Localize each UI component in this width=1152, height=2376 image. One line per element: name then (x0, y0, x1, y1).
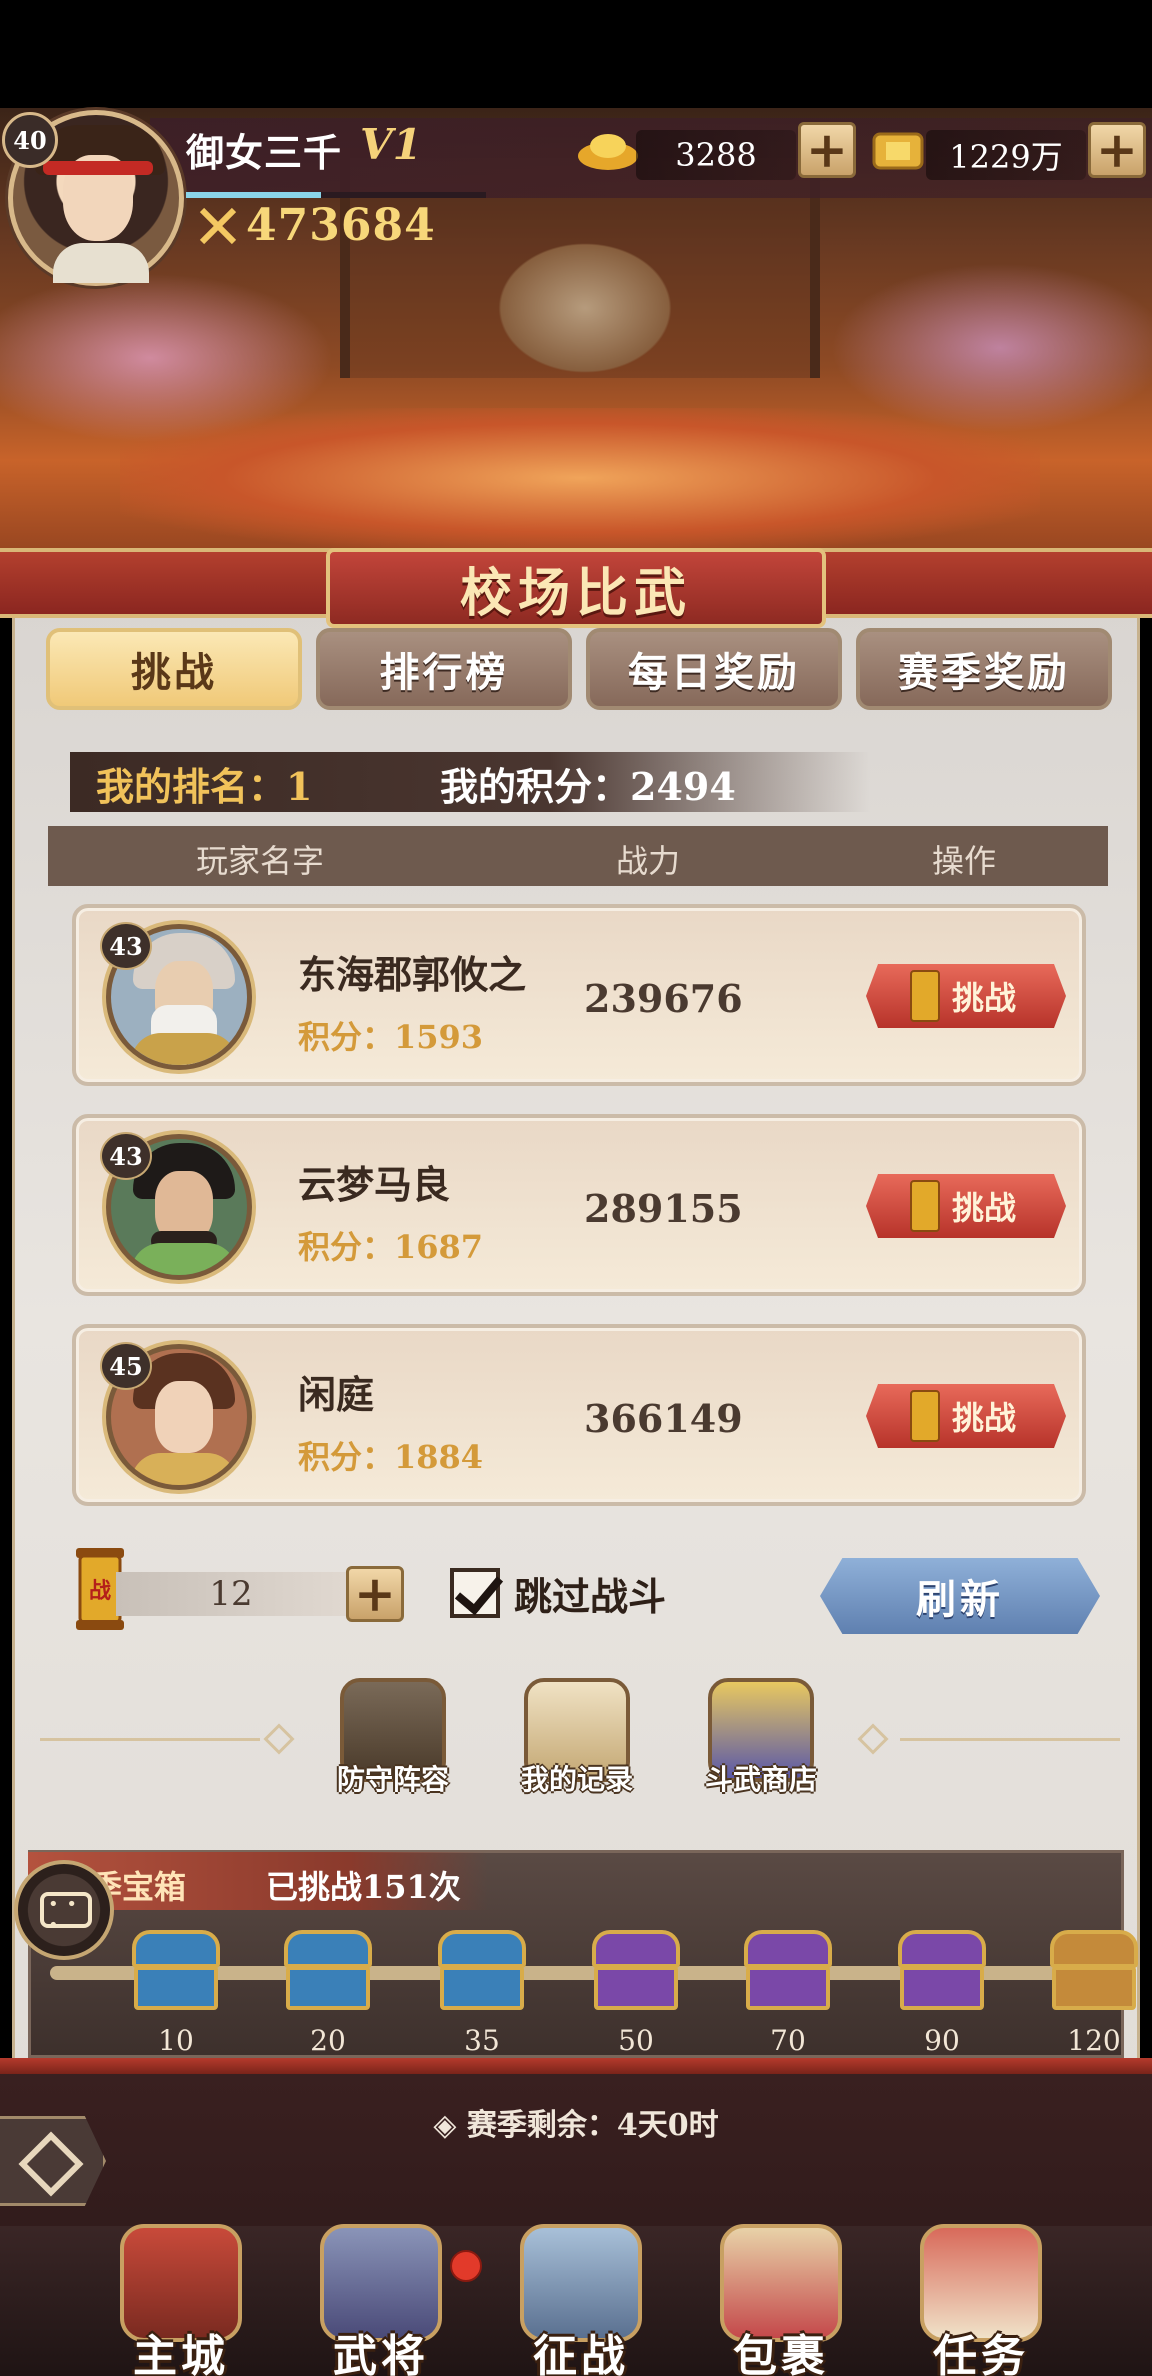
battle-token-icon (910, 1390, 940, 1442)
coin-stack-icon (872, 132, 924, 170)
season-chest-70[interactable] (740, 1924, 836, 2014)
opponent-row: 43 东海郡郭攸之 积分：1593 239676 挑战 (72, 904, 1086, 1086)
challenge-button[interactable]: 挑战 (866, 964, 1066, 1028)
player-name: 御女三千 (186, 130, 343, 175)
gold-ingot-resource: 3288 (576, 120, 806, 184)
panel-title: 校场比武 (459, 562, 692, 624)
opponent-name: 云梦马良 (298, 1162, 451, 1207)
battle-token-icon (910, 1180, 940, 1232)
column-power: 战力 (616, 842, 681, 880)
player-header: 40 御女三千 V1 473684 3288 + 1229万 + (0, 108, 1152, 288)
arena-shop-button[interactable]: 斗武商店 (686, 1678, 836, 1808)
nav-tasks[interactable]: 任务 (896, 2216, 1066, 2376)
challenge-button[interactable]: 挑战 (866, 1384, 1066, 1448)
season-chest-120[interactable] (1046, 1924, 1142, 2014)
season-chest-10[interactable] (128, 1924, 224, 2014)
chest-threshold: 20 (310, 2024, 346, 2057)
opponent-score: 积分：1593 (298, 1018, 484, 1056)
season-chest-50[interactable] (588, 1924, 684, 2014)
opponent-score: 积分：1884 (298, 1438, 484, 1476)
season-chest-20[interactable] (280, 1924, 376, 2014)
chat-bubble-icon (40, 1892, 92, 1936)
opponent-power: 366149 (584, 1396, 743, 1441)
opponent-row: 43 云梦马良 积分：1687 289155 挑战 (72, 1114, 1086, 1296)
add-ticket-button[interactable]: + (346, 1566, 404, 1622)
opponent-level: 43 (100, 922, 152, 970)
table-header: 玩家名字 战力 操作 (48, 826, 1108, 886)
season-chest-90[interactable] (894, 1924, 990, 2014)
svg-text:战: 战 (89, 1578, 111, 1604)
divider-left (40, 1738, 260, 1741)
skip-battle-checkbox[interactable] (450, 1568, 500, 1618)
vip-badge[interactable]: V1 (360, 120, 422, 169)
panel-title-plaque: 校场比武 (326, 548, 826, 628)
defense-formation-button[interactable]: 防守阵容 (318, 1678, 468, 1808)
back-arrow-icon (18, 2131, 84, 2197)
column-player-name: 玩家名字 (196, 842, 325, 880)
opponent-name: 东海郡郭攸之 (298, 952, 527, 997)
column-action: 操作 (932, 842, 997, 880)
opponent-power: 289155 (584, 1186, 743, 1231)
chest-threshold: 10 (158, 2024, 194, 2057)
nav-bag[interactable]: 包裹 (696, 2216, 866, 2376)
chest-threshold: 120 (1067, 2024, 1121, 2057)
arena-tabs: 挑战 排行榜 每日奖励 赛季奖励 (46, 628, 1112, 710)
add-coin-button[interactable]: + (1088, 122, 1146, 178)
coin-resource: 1229万 (866, 120, 1106, 184)
generals-notification-dot (450, 2250, 482, 2282)
chat-button[interactable] (14, 1860, 114, 1960)
tab-leaderboard[interactable]: 排行榜 (316, 628, 572, 710)
nav-main-city[interactable]: 主城 (96, 2216, 266, 2376)
refresh-button[interactable]: 刷新 (820, 1558, 1100, 1634)
opponent-row: 45 闲庭 积分：1884 366149 挑战 (72, 1324, 1086, 1506)
season-chest-35[interactable] (434, 1924, 530, 2014)
exp-bar (186, 192, 486, 198)
my-score: 我的积分：2494 (440, 764, 736, 809)
bottom-stripe (0, 2058, 1152, 2074)
gold-ingot-value: 3288 (636, 130, 796, 180)
status-bar-area (0, 0, 1152, 108)
back-button[interactable] (0, 2116, 106, 2206)
chest-threshold: 90 (924, 2024, 960, 2057)
my-record-button[interactable]: 我的记录 (502, 1678, 652, 1808)
chest-threshold: 70 (770, 2024, 806, 2057)
tab-challenge[interactable]: 挑战 (46, 628, 302, 710)
opponent-score: 积分：1687 (298, 1228, 484, 1266)
battle-token-icon (910, 970, 940, 1022)
nav-campaign[interactable]: 征战 (496, 2216, 666, 2376)
chest-threshold: 35 (464, 2024, 500, 2057)
season-challenge-count: 已挑战151次 (266, 1868, 461, 1906)
tab-daily-reward[interactable]: 每日奖励 (586, 628, 842, 710)
opponent-level: 45 (100, 1342, 152, 1390)
skip-battle-label[interactable]: 跳过战斗 (514, 1566, 666, 1621)
opponent-level: 43 (100, 1132, 152, 1180)
coin-value: 1229万 (926, 130, 1086, 180)
challenge-button[interactable]: 挑战 (866, 1174, 1066, 1238)
divider-right (900, 1738, 1120, 1741)
gold-ingot-icon (578, 134, 638, 170)
player-level-badge: 40 (2, 112, 58, 168)
opponent-power: 239676 (584, 976, 743, 1021)
ticket-count: 12 (116, 1572, 346, 1616)
tab-season-reward[interactable]: 赛季奖励 (856, 628, 1112, 710)
nav-generals[interactable]: 武将 (296, 2216, 466, 2376)
season-remaining-time: ◈ 赛季剩余：4天0时 (433, 2108, 719, 2143)
add-gold-ingot-button[interactable]: + (798, 122, 856, 178)
player-power: 473684 (246, 200, 436, 251)
arena-floor (120, 408, 1040, 548)
opponent-name: 闲庭 (298, 1372, 375, 1417)
my-rank: 我的排名：1 (96, 764, 313, 809)
chest-threshold: 50 (618, 2024, 654, 2057)
crossed-swords-power-icon (199, 207, 237, 245)
